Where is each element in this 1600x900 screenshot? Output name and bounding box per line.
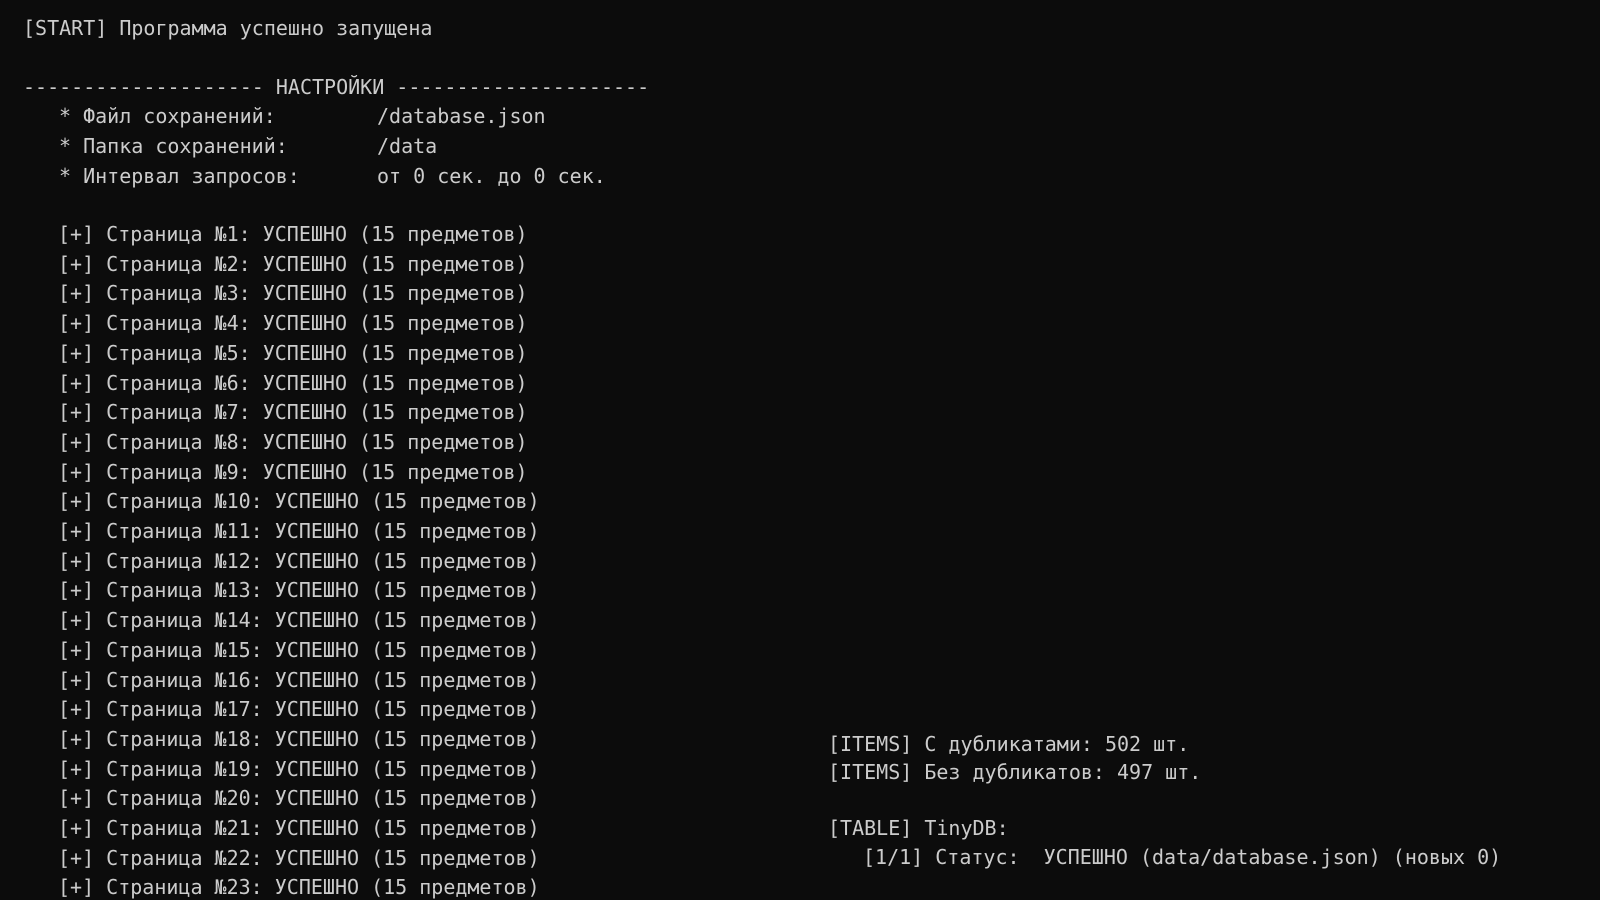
settings-label: * Файл сохранений: — [59, 104, 276, 128]
page-log-line: [+] Страница №4: УСПЕШНО (15 предметов) — [58, 311, 528, 336]
page-log-line: [+] Страница №11: УСПЕШНО (15 предметов) — [58, 519, 540, 543]
page-log-line: [+] Страница №2: УСПЕШНО (15 предметов) — [58, 251, 528, 276]
page-log-line: [+] Страница №12: УСПЕШНО (15 предметов) — [58, 548, 540, 573]
page-log-line: [+] Страница №15: УСПЕШНО (15 предметов) — [58, 637, 540, 662]
settings-header: -------------------- НАСТРОЙКИ ---------… — [23, 75, 650, 99]
page-log-line: [+] Страница №23: УСПЕШНО (15 предметов) — [58, 875, 540, 900]
items-without-duplicates: [ITEMS] Без дубликатов: 497 шт. — [828, 760, 1202, 784]
settings-label: * Интервал запросов: — [59, 164, 300, 188]
page-log-line: [+] Страница №1: УСПЕШНО (15 предметов) — [58, 222, 528, 246]
settings-value: /data — [377, 134, 438, 158]
page-log-line: [+] Страница №20: УСПЕШНО (15 предметов) — [58, 786, 540, 811]
settings-item: * Файл сохранений: /database.json — [23, 102, 546, 132]
page-log-line: [+] Страница №19: УСПЕШНО (15 предметов) — [58, 756, 540, 781]
start-line: [START] Программа успешно запущена — [23, 16, 433, 40]
page-log-line: [+] Страница №9: УСПЕШНО (15 предметов) — [58, 459, 528, 484]
settings-value: от 0 сек. до 0 сек. — [377, 164, 606, 188]
page-log-line: [+] Страница №8: УСПЕШНО (15 предметов) — [58, 429, 528, 454]
page-log-line: [+] Страница №16: УСПЕШНО (15 предметов) — [58, 667, 540, 692]
page-log-line: [+] Страница №3: УСПЕШНО (15 предметов) — [58, 281, 528, 306]
page-log-line: [+] Страница №6: УСПЕШНО (15 предметов) — [58, 370, 528, 395]
page-log-line: [+] Страница №5: УСПЕШНО (15 предметов) — [58, 340, 528, 365]
page-log-line: [+] Страница №17: УСПЕШНО (15 предметов) — [58, 697, 540, 722]
settings-item: * Папка сохранений: /data — [23, 132, 437, 162]
page-log-line: [+] Страница №7: УСПЕШНО (15 предметов) — [58, 400, 528, 425]
terminal-window[interactable]: [START] Программа успешно запущена -----… — [0, 0, 1600, 900]
settings-label: * Папка сохранений: — [59, 134, 288, 158]
page-log-line: [+] Страница №14: УСПЕШНО (15 предметов) — [58, 608, 540, 633]
items-with-duplicates: [ITEMS] С дубликатами: 502 шт. — [828, 732, 1190, 756]
page-log-line: [+] Страница №21: УСПЕШНО (15 предметов) — [58, 816, 540, 840]
settings-item: * Интервал запросов: от 0 сек. до 0 сек. — [23, 162, 606, 192]
settings-value: /database.json — [377, 104, 546, 128]
page-log-line: [+] Страница №18: УСПЕШНО (15 предметов) — [58, 726, 540, 751]
page-log-line: [+] Страница №22: УСПЕШНО (15 предметов) — [58, 845, 540, 870]
page-log-line: [+] Страница №13: УСПЕШНО (15 предметов) — [58, 578, 540, 603]
page-log-line: [+] Страница №10: УСПЕШНО (15 предметов) — [58, 489, 540, 514]
table-status: [1/1] Статус: УСПЕШНО (data/database.jso… — [863, 845, 1502, 869]
table-header: [TABLE] TinyDB: — [828, 816, 1009, 840]
